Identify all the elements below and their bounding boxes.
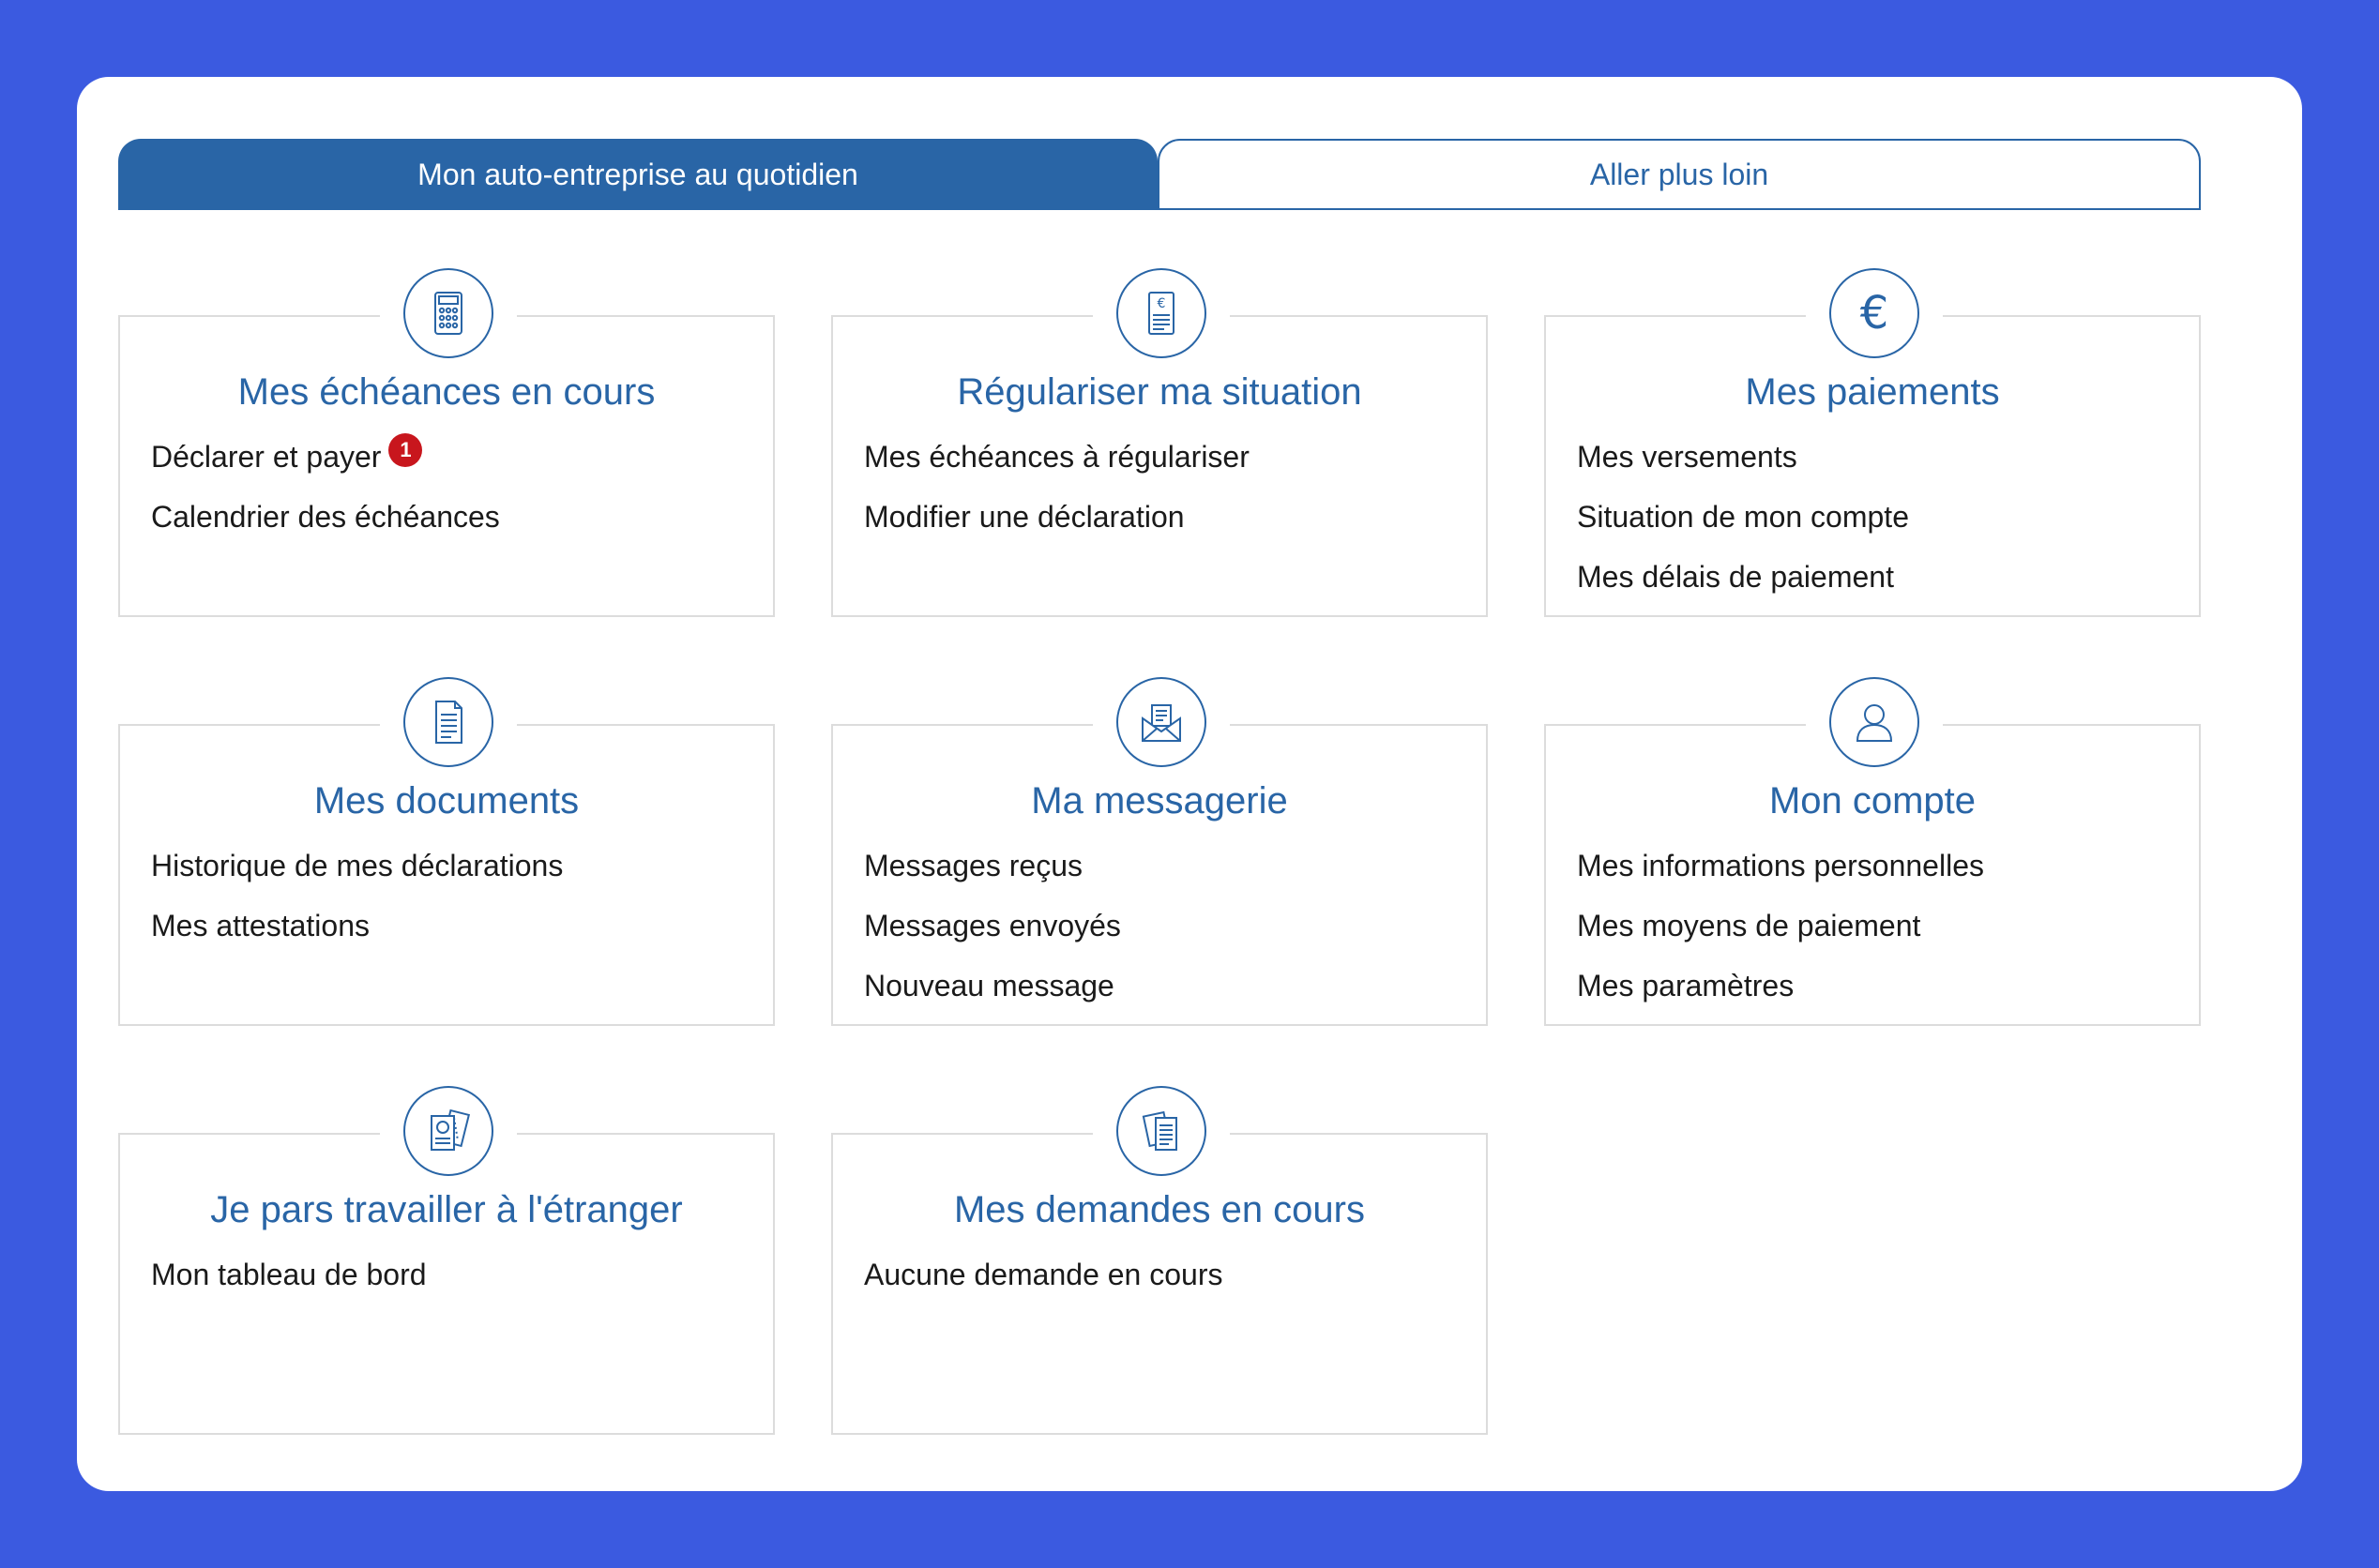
card-title: Régulariser ma situation [957,371,1362,413]
link-calendrier[interactable]: Calendrier des échéances [151,499,500,559]
tab-bar: Mon auto-entreprise au quotidien Aller p… [118,139,2201,210]
link-moyens-paiement[interactable]: Mes moyens de paiement [1577,908,1984,968]
card-echeances: Mes échéances en cours Déclarer et payer… [118,268,775,617]
card-title: Mes paiements [1745,371,2000,413]
link-situation-compte[interactable]: Situation de mon compte [1577,499,1909,559]
link-modifier-declaration[interactable]: Modifier une déclaration [864,499,1250,559]
card-paiements: € Mes paiements Mes versements Situation… [1544,268,2201,619]
notification-badge: 1 [388,433,423,467]
link-delais-paiement[interactable]: Mes délais de paiement [1577,559,1909,619]
svg-text:€: € [1158,296,1166,311]
svg-text:€: € [1860,287,1889,339]
tab-quotidien[interactable]: Mon auto-entreprise au quotidien [118,139,1158,210]
link-messages-recus[interactable]: Messages reçus [864,848,1121,908]
link-attestations[interactable]: Mes attestations [151,908,563,968]
link-historique-declarations[interactable]: Historique de mes déclarations [151,848,563,908]
link-parametres[interactable]: Mes paramètres [1577,968,1984,1028]
card-regulariser: € Régulariser ma situation Mes échéances… [831,268,1488,617]
envelope-icon [1116,677,1206,767]
card-title: Mes documents [313,780,580,822]
link-aucune-demande: Aucune demande en cours [864,1258,1223,1291]
link-echeances-regulariser[interactable]: Mes échéances à régulariser [864,439,1250,499]
document-icon [403,677,493,767]
card-etranger: Je pars travailler à l'étranger Mon tabl… [118,1086,775,1435]
card-title: Je pars travailler à l'étranger [210,1189,683,1230]
card-documents: Mes documents Historique de mes déclarat… [118,677,775,1026]
link-nouveau-message[interactable]: Nouveau message [864,968,1121,1028]
calculator-icon [403,268,493,358]
card-title: Mes échéances en cours [237,371,656,413]
requests-documents-icon [1116,1086,1206,1176]
link-tableau-de-bord[interactable]: Mon tableau de bord [151,1257,427,1317]
card-messagerie: Ma messagerie Messages reçus Messages en… [831,677,1488,1028]
card-title: Ma messagerie [1031,780,1288,822]
link-versements[interactable]: Mes versements [1577,439,1909,499]
main-panel: Mon auto-entreprise au quotidien Aller p… [77,77,2302,1491]
euro-document-icon: € [1116,268,1206,358]
user-icon [1829,677,1919,767]
card-demandes: Mes demandes en cours Aucune demande en … [831,1086,1488,1435]
card-title: Mon compte [1768,780,1977,822]
euro-icon: € [1829,268,1919,358]
card-compte: Mon compte Mes informations personnelles… [1544,677,2201,1028]
tab-aller-plus-loin[interactable]: Aller plus loin [1158,139,2201,210]
link-messages-envoyes[interactable]: Messages envoyés [864,908,1121,968]
card-title: Mes demandes en cours [953,1189,1365,1230]
travel-documents-icon [403,1086,493,1176]
link-declarer-payer[interactable]: Déclarer et payer 1 [151,433,500,499]
link-informations-personnelles[interactable]: Mes informations personnelles [1577,848,1984,908]
